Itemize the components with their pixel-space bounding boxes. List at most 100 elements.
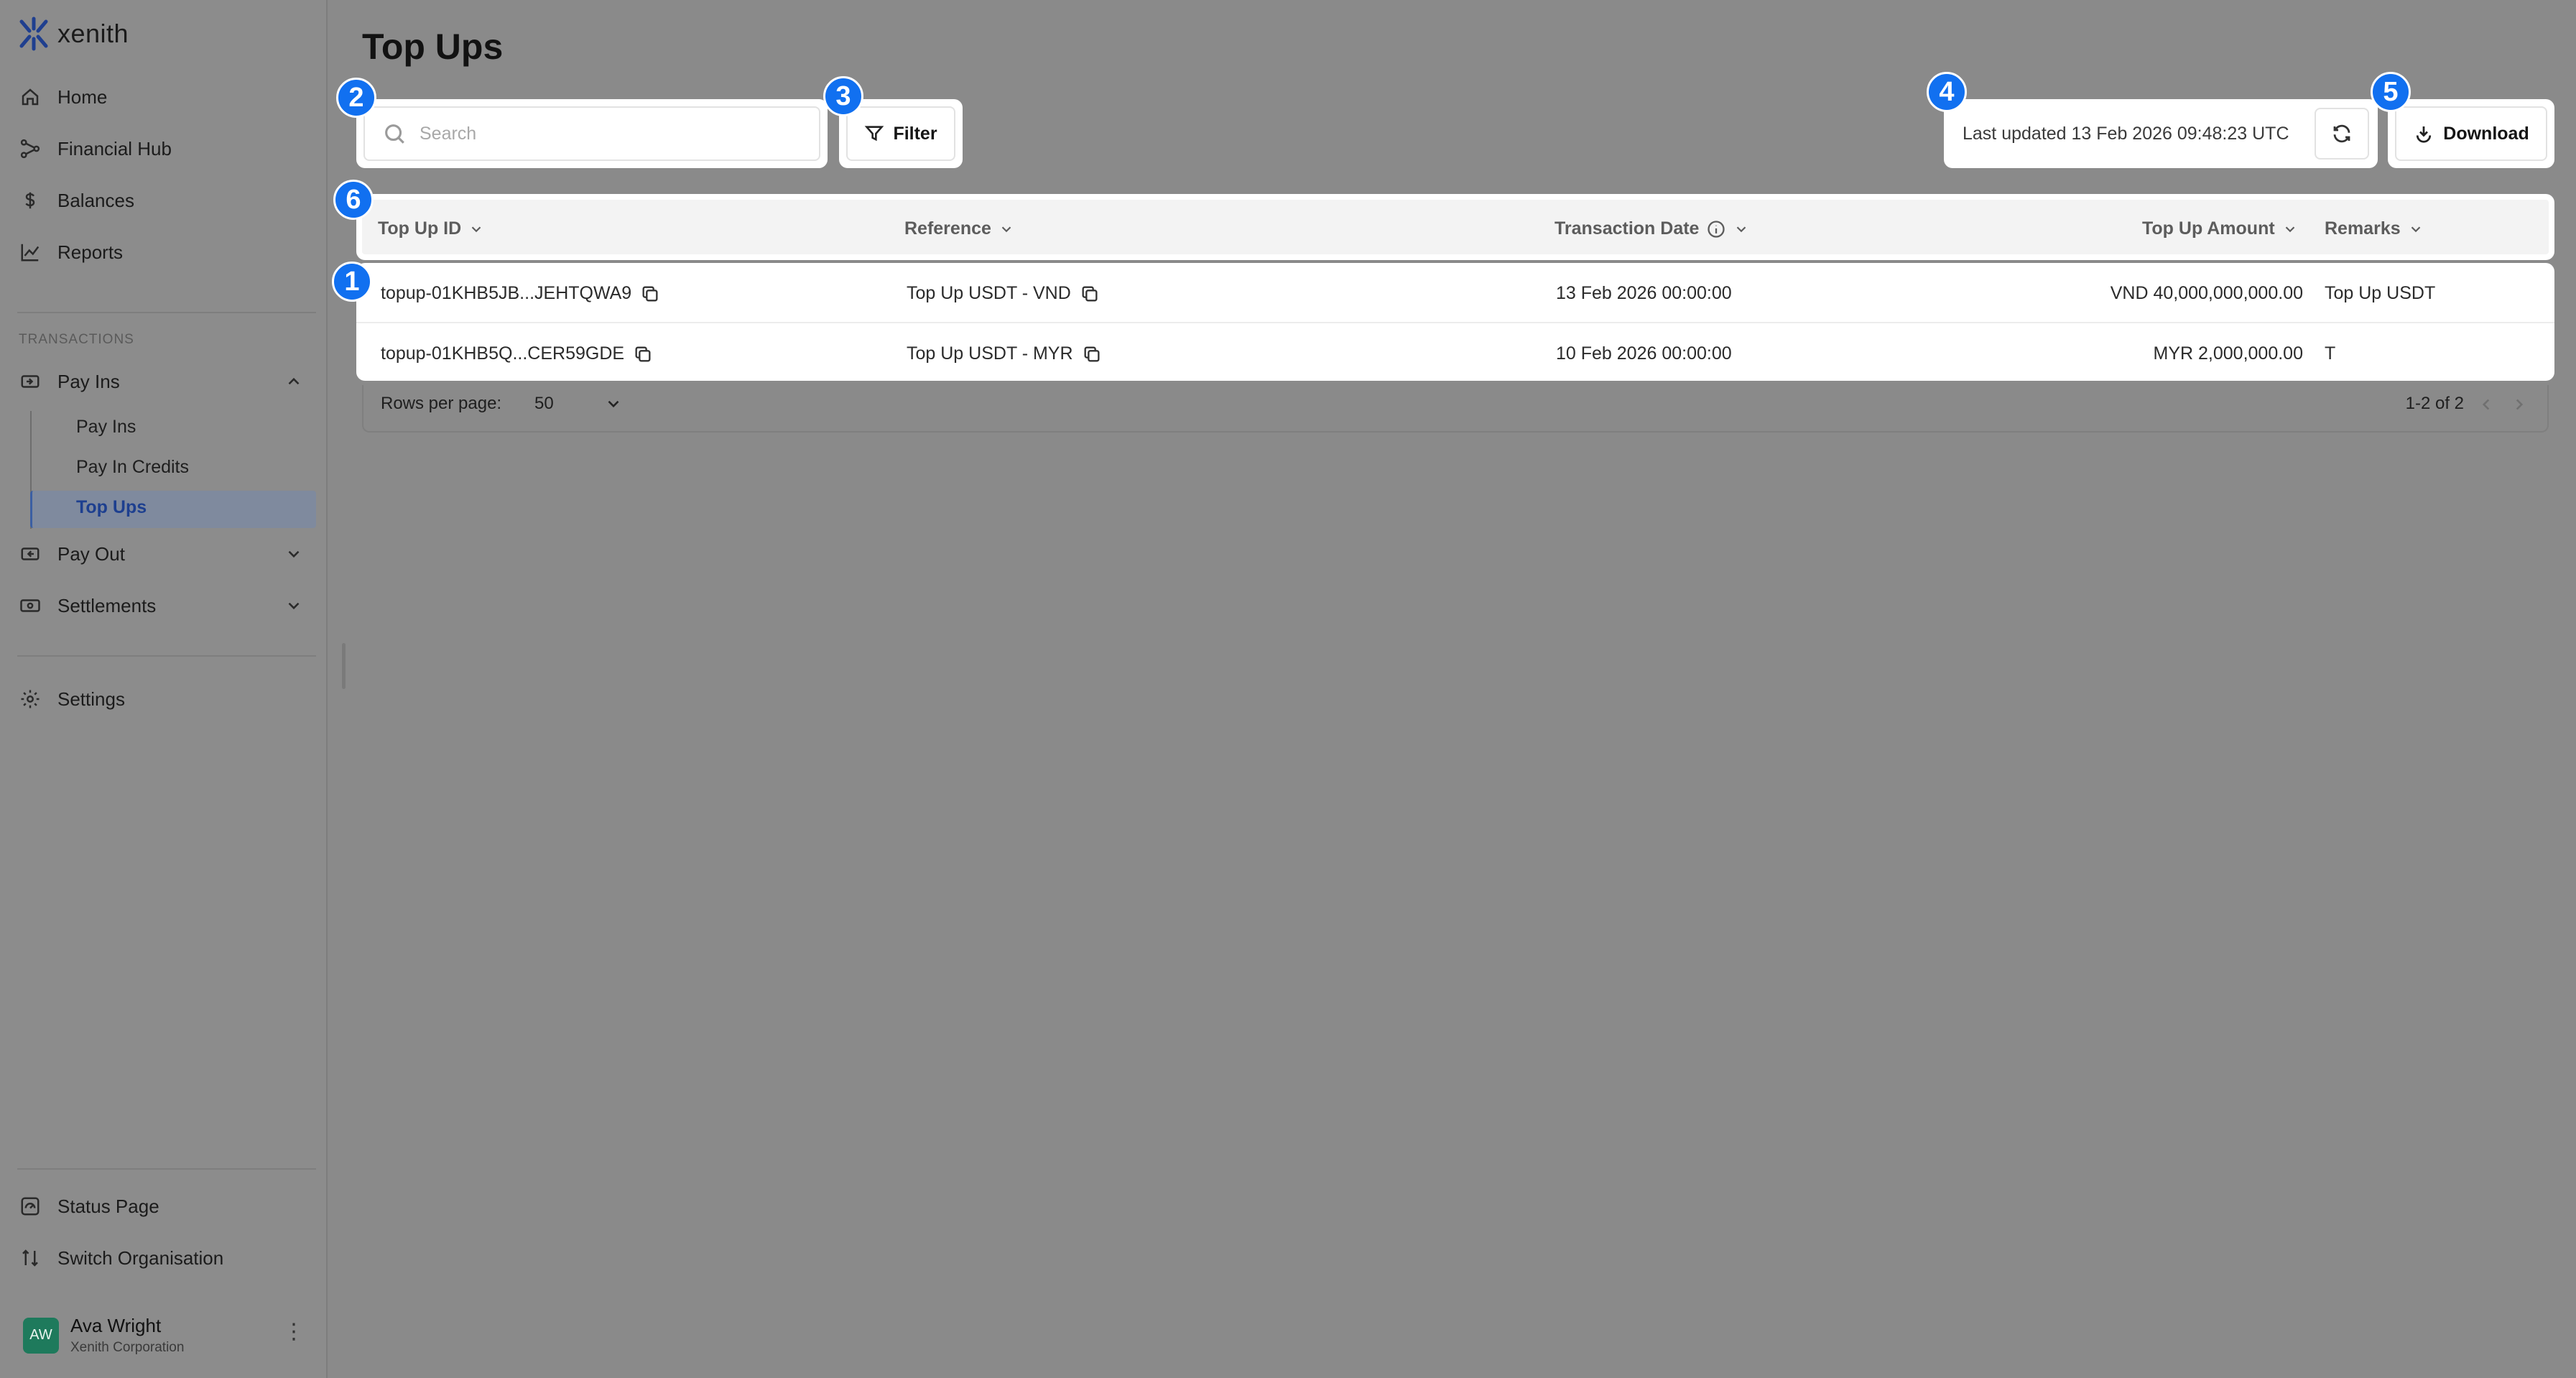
last-updated-container: Last updated 13 Feb 2026 09:48:23 UTC	[1944, 99, 2378, 168]
status-icon	[19, 1195, 42, 1218]
gear-icon	[19, 688, 42, 711]
user-name: Ava Wright	[70, 1315, 162, 1336]
last-updated-text: Last updated 13 Feb 2026 09:48:23 UTC	[1963, 124, 2289, 144]
user-org: Xenith Corporation	[70, 1340, 185, 1355]
pay-out-icon	[19, 542, 42, 565]
cell-top-up-id: topup-01KHB5JB...JEHTQWA9	[381, 283, 660, 304]
divider	[17, 655, 316, 657]
search-container: Search	[356, 99, 828, 168]
refresh-button[interactable]	[2315, 108, 2369, 159]
nav-settlements[interactable]: Settlements	[19, 589, 303, 622]
nav-balances[interactable]: Balances	[19, 184, 134, 217]
chevron-down-icon	[1001, 226, 1011, 232]
pagination-bar: Rows per page: 50 1-2 of 2	[362, 385, 2549, 433]
divider	[17, 312, 316, 313]
rows-per-page-select[interactable]: 50	[534, 394, 623, 414]
chevron-right-icon	[2516, 399, 2524, 410]
nav-reports[interactable]: Reports	[19, 236, 123, 269]
filter-icon	[865, 126, 884, 142]
cell-reference: Top Up USDT - MYR	[907, 343, 1102, 364]
chevron-down-icon	[2285, 226, 2294, 232]
download-label: Download	[2443, 123, 2529, 144]
nav-pay-ins-label: Pay Ins	[57, 370, 120, 392]
copy-icon[interactable]	[1080, 284, 1100, 304]
column-header-reference[interactable]: Reference	[904, 218, 1014, 239]
nav-financial-hub-label: Financial Hub	[57, 137, 172, 159]
cell-top-up-amount: MYR 2,000,000.00	[2153, 343, 2303, 364]
nav-settings-label: Settings	[57, 688, 125, 710]
hub-icon	[19, 137, 42, 160]
copy-icon[interactable]	[633, 344, 653, 364]
nav-settings[interactable]: Settings	[19, 683, 125, 716]
annotation-badge-3: 3	[823, 76, 863, 116]
banknote-icon	[19, 594, 42, 617]
nav-pay-ins[interactable]: Pay Ins	[19, 365, 303, 398]
cell-transaction-date: 10 Feb 2026 00:00:00	[1556, 343, 1732, 364]
reference-text: Top Up USDT - MYR	[907, 343, 1073, 364]
next-page-button[interactable]	[2510, 395, 2529, 414]
table-row[interactable]: topup-01KHB5Q...CER59GDE Top Up USDT - M…	[356, 322, 2554, 381]
column-label: Top Up Amount	[2142, 218, 2275, 239]
cell-remarks: T	[2325, 343, 2336, 364]
sub-item-active-bg	[30, 491, 316, 528]
top-up-id-text: topup-01KHB5Q...CER59GDE	[381, 343, 625, 364]
cell-reference: Top Up USDT - VND	[907, 283, 1100, 304]
table-header: Top Up ID Reference Transaction Date Top…	[356, 194, 2554, 260]
previous-page-button[interactable]	[2477, 395, 2496, 414]
nav-home[interactable]: Home	[19, 80, 107, 114]
nav-pay-out-label: Pay Out	[57, 542, 125, 565]
nav-pay-out[interactable]: Pay Out	[19, 537, 303, 570]
column-label: Top Up ID	[378, 218, 462, 239]
table-header-row: Top Up ID Reference Transaction Date Top…	[362, 200, 2549, 254]
sidebar-resize-handle[interactable]	[342, 643, 346, 689]
logo[interactable]: xenith	[17, 16, 129, 52]
download-button[interactable]: Download	[2395, 106, 2547, 161]
table-row[interactable]: topup-01KHB5JB...JEHTQWA9 Top Up USDT - …	[356, 263, 2554, 322]
copy-icon[interactable]	[1082, 344, 1102, 364]
chevron-down-icon	[284, 596, 303, 615]
nav-reports-label: Reports	[57, 241, 124, 263]
more-options-icon[interactable]: ⋮	[283, 1321, 305, 1343]
annotation-badge-6: 6	[333, 180, 374, 220]
switch-arrows-icon	[19, 1247, 42, 1270]
column-header-transaction-date[interactable]: Transaction Date	[1555, 218, 1749, 239]
filter-label: Filter	[893, 123, 937, 144]
sub-item-pay-ins[interactable]: Pay Ins	[76, 417, 136, 438]
nav-financial-hub[interactable]: Financial Hub	[19, 132, 172, 165]
sidebar: xenith Home Financial Hub Balances Repor…	[0, 0, 328, 1378]
info-icon[interactable]	[1706, 219, 1726, 239]
chevron-down-icon	[2411, 226, 2420, 232]
pagination-range: 1-2 of 2	[2405, 394, 2464, 413]
filter-button[interactable]: Filter	[846, 106, 955, 161]
chevron-down-icon	[284, 545, 303, 563]
nav-status-page-label: Status Page	[57, 1195, 159, 1217]
rows-per-page-value: 50	[534, 394, 554, 413]
column-header-remarks[interactable]: Remarks	[2325, 218, 2424, 239]
page-title: Top Ups	[362, 27, 504, 67]
search-input[interactable]: Search	[363, 106, 820, 161]
xenith-logo-icon	[19, 17, 48, 51]
annotation-badge-4: 4	[1927, 72, 1967, 112]
cell-remarks: Top Up USDT	[2325, 283, 2436, 303]
nav-settlements-label: Settlements	[57, 594, 157, 616]
nav-switch-organisation[interactable]: Switch Organisation	[19, 1241, 223, 1275]
sub-item-pay-in-credits[interactable]: Pay In Credits	[76, 457, 189, 478]
top-up-id-text: topup-01KHB5JB...JEHTQWA9	[381, 283, 632, 303]
annotation-badge-5: 5	[2371, 72, 2411, 112]
column-label: Remarks	[2325, 218, 2401, 239]
refresh-icon	[2333, 124, 2350, 143]
download-icon	[2417, 126, 2432, 143]
avatar: AW	[23, 1317, 59, 1354]
sub-item-top-ups[interactable]: Top Ups	[76, 497, 147, 518]
divider	[17, 1168, 316, 1170]
download-container: Download	[2388, 99, 2554, 168]
cell-top-up-id: topup-01KHB5Q...CER59GDE	[381, 343, 653, 364]
nav-status-page[interactable]: Status Page	[19, 1190, 159, 1223]
chart-icon	[19, 241, 42, 264]
logo-text: xenith	[57, 19, 129, 48]
user-profile[interactable]: AW Ava Wright Xenith Corporation	[23, 1315, 184, 1356]
column-header-top-up-id[interactable]: Top Up ID	[378, 218, 484, 239]
copy-icon[interactable]	[640, 284, 660, 304]
chevron-down-icon	[471, 226, 481, 232]
column-header-top-up-amount[interactable]: Top Up Amount	[2142, 218, 2298, 239]
